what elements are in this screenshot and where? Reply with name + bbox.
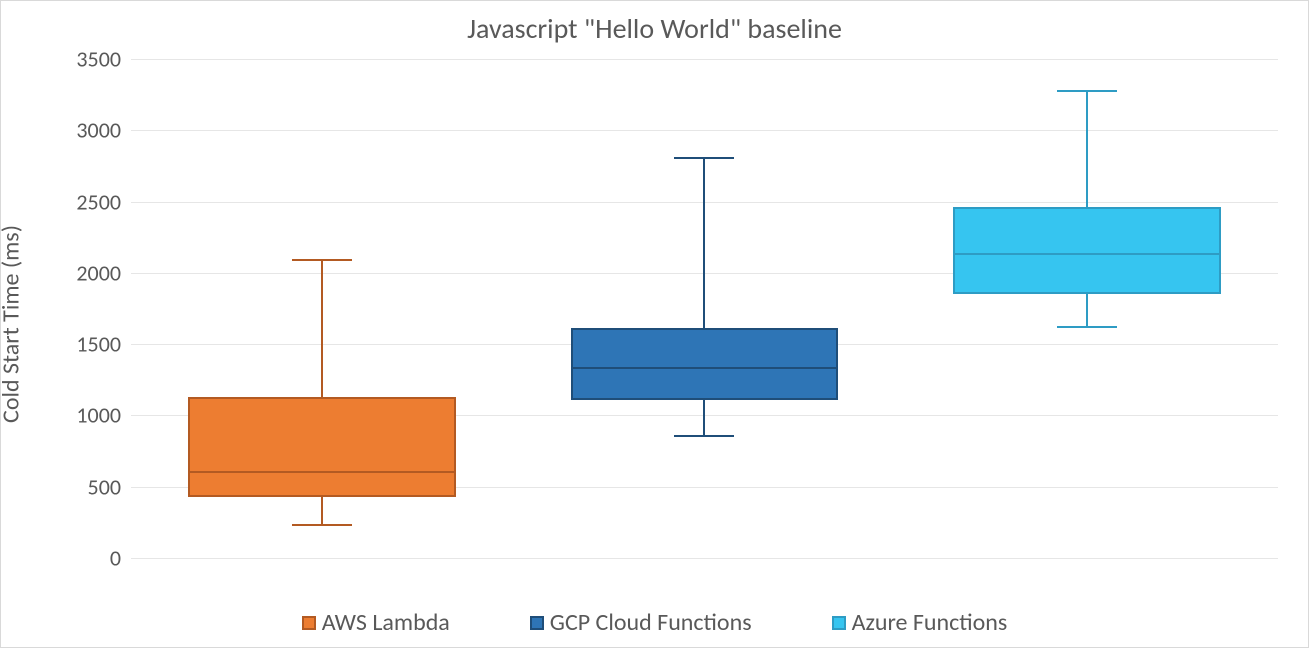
box bbox=[571, 328, 839, 399]
y-axis-label: Cold Start Time (ms) bbox=[0, 225, 26, 423]
y-tick-label: 2000 bbox=[76, 259, 131, 286]
chart-title: Javascript "Hello World" baseline bbox=[1, 1, 1308, 59]
legend-swatch bbox=[832, 616, 846, 630]
box-group bbox=[571, 59, 839, 558]
median-line bbox=[953, 253, 1221, 255]
y-tick-label: 2500 bbox=[76, 188, 131, 215]
box-group bbox=[953, 59, 1221, 558]
legend-item: AWS Lambda bbox=[302, 608, 450, 637]
legend-item: Azure Functions bbox=[832, 608, 1008, 637]
median-line bbox=[571, 367, 839, 369]
chart-frame: Javascript "Hello World" baseline Cold S… bbox=[0, 0, 1309, 648]
legend-label: GCP Cloud Functions bbox=[550, 608, 752, 637]
whisker-cap-max bbox=[674, 157, 734, 159]
y-tick-label: 3000 bbox=[76, 117, 131, 144]
legend-label: AWS Lambda bbox=[322, 608, 450, 637]
whisker-cap-min bbox=[1057, 326, 1117, 328]
grid-line bbox=[131, 558, 1278, 559]
plot-area: 0500100015002000250030003500 bbox=[131, 59, 1278, 559]
y-tick-label: 500 bbox=[88, 473, 131, 500]
legend-swatch bbox=[530, 616, 544, 630]
whisker-cap-min bbox=[292, 524, 352, 526]
y-tick-label: 1500 bbox=[76, 331, 131, 358]
whisker-cap-max bbox=[292, 259, 352, 261]
legend-label: Azure Functions bbox=[852, 608, 1008, 637]
legend-swatch bbox=[302, 616, 316, 630]
legend: AWS Lambda GCP Cloud Functions Azure Funct… bbox=[1, 608, 1308, 637]
plot-wrap: Cold Start Time (ms) 0500100015002000250… bbox=[51, 59, 1288, 589]
y-tick-label: 0 bbox=[110, 545, 131, 572]
median-line bbox=[188, 471, 456, 473]
y-tick-label: 1000 bbox=[76, 402, 131, 429]
legend-item: GCP Cloud Functions bbox=[530, 608, 752, 637]
whisker-cap-max bbox=[1057, 90, 1117, 92]
box bbox=[953, 207, 1221, 294]
box bbox=[188, 397, 456, 497]
y-tick-label: 3500 bbox=[76, 46, 131, 73]
whisker-cap-min bbox=[674, 435, 734, 437]
box-group bbox=[188, 59, 456, 558]
